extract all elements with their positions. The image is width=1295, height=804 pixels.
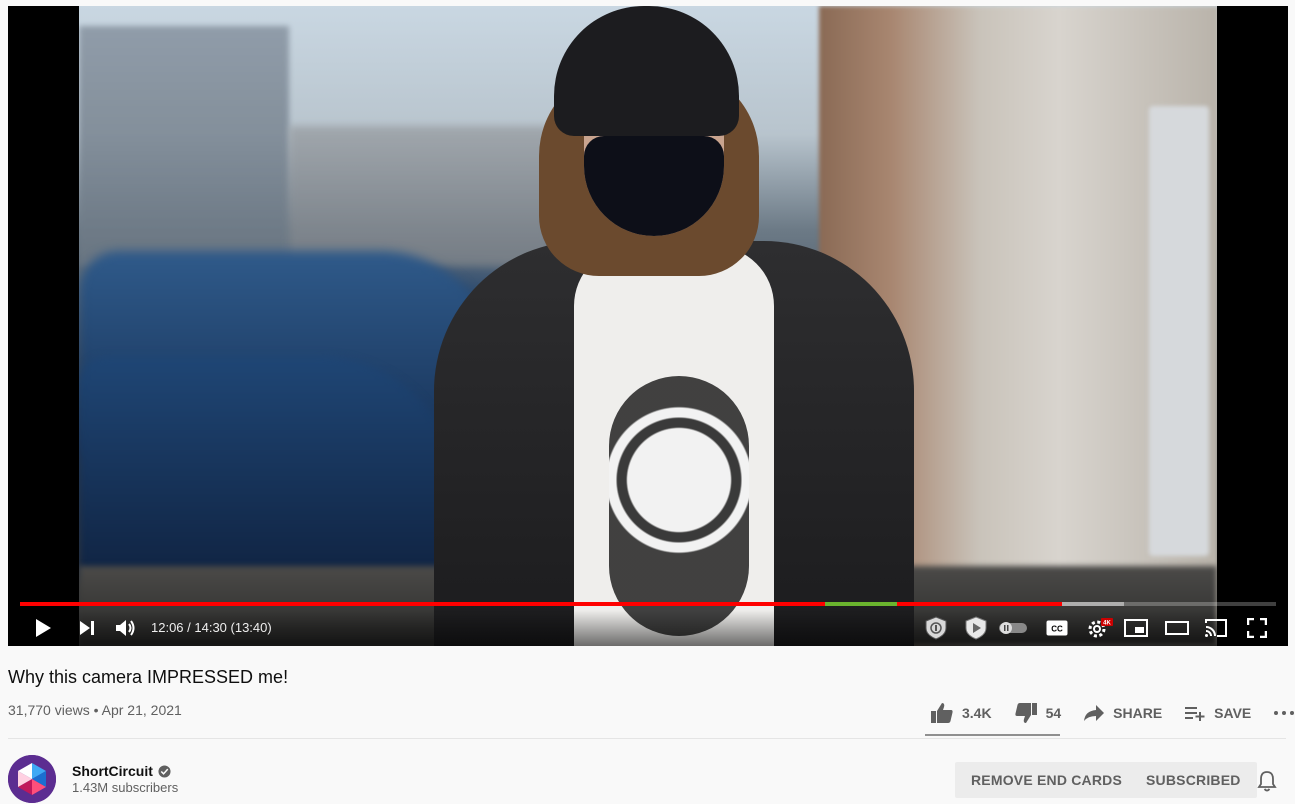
presenter — [434, 6, 914, 646]
progress-played — [20, 602, 1063, 606]
video-meta: 31,770 views • Apr 21, 2021 — [8, 702, 182, 718]
save-label: SAVE — [1214, 705, 1252, 721]
video-title: Why this camera IMPRESSED me! — [8, 667, 289, 687]
dislike-button[interactable]: 54 — [1014, 702, 1062, 724]
more-horizontal-icon — [1274, 711, 1295, 715]
channel-name[interactable]: ShortCircuit — [72, 763, 171, 779]
subscribed-button[interactable]: SUBSCRIBED — [1130, 762, 1257, 798]
svg-text:CC: CC — [1051, 625, 1063, 634]
captions-icon[interactable]: CC — [1042, 610, 1072, 646]
thumbs-up-icon — [931, 703, 953, 723]
playlist-add-icon — [1185, 707, 1205, 721]
tshirt-graphic — [609, 376, 749, 636]
share-button[interactable]: SHARE — [1083, 704, 1162, 722]
like-ratio-bar — [925, 734, 1060, 736]
channel-name-text: ShortCircuit — [72, 763, 153, 779]
cast-icon[interactable] — [1201, 610, 1231, 646]
video-frame[interactable] — [79, 6, 1217, 646]
more-actions-button[interactable] — [1273, 710, 1295, 716]
play-icon[interactable] — [28, 610, 58, 646]
fullscreen-icon[interactable] — [1242, 610, 1272, 646]
player-controls: 12:06 / 14:30 (13:40) CC 4K — [8, 610, 1288, 646]
background-building — [79, 26, 289, 266]
thumbs-down-icon — [1014, 703, 1037, 723]
volume-icon[interactable] — [111, 610, 141, 646]
background-car — [79, 356, 459, 586]
svg-text:4K: 4K — [1103, 621, 1111, 627]
progress-sponsor-segment — [825, 602, 897, 606]
video-actions: 3.4K 54 SHARE SAVE — [930, 700, 1295, 726]
honey-extension-icon[interactable] — [921, 610, 951, 646]
verified-icon — [158, 764, 171, 778]
share-label: SHARE — [1113, 705, 1163, 721]
dislike-count: 54 — [1045, 705, 1062, 721]
channel-avatar[interactable] — [8, 755, 56, 803]
time-display: 12:06 / 14:30 (13:40) — [151, 620, 272, 635]
theater-mode-icon[interactable] — [1162, 610, 1192, 646]
save-button[interactable]: SAVE — [1184, 704, 1251, 722]
progress-bar[interactable] — [20, 602, 1276, 606]
like-button[interactable]: 3.4K — [930, 702, 992, 724]
settings-icon[interactable]: 4K — [1083, 610, 1117, 646]
subscriber-count: 1.43M subscribers — [72, 780, 179, 795]
beanie — [554, 6, 739, 136]
notification-bell-icon[interactable] — [1257, 770, 1277, 797]
remove-end-cards-button[interactable]: REMOVE END CARDS — [955, 762, 1138, 798]
divider — [8, 738, 1286, 739]
autoplay-toggle[interactable] — [998, 610, 1028, 646]
next-icon[interactable] — [72, 610, 102, 646]
background-box — [1149, 106, 1209, 556]
miniplayer-icon[interactable] — [1121, 610, 1151, 646]
like-count: 3.4K — [962, 705, 992, 721]
video-player[interactable]: 12:06 / 14:30 (13:40) CC 4K — [8, 6, 1288, 646]
share-icon — [1084, 705, 1105, 721]
adblock-shield-icon[interactable] — [961, 610, 991, 646]
